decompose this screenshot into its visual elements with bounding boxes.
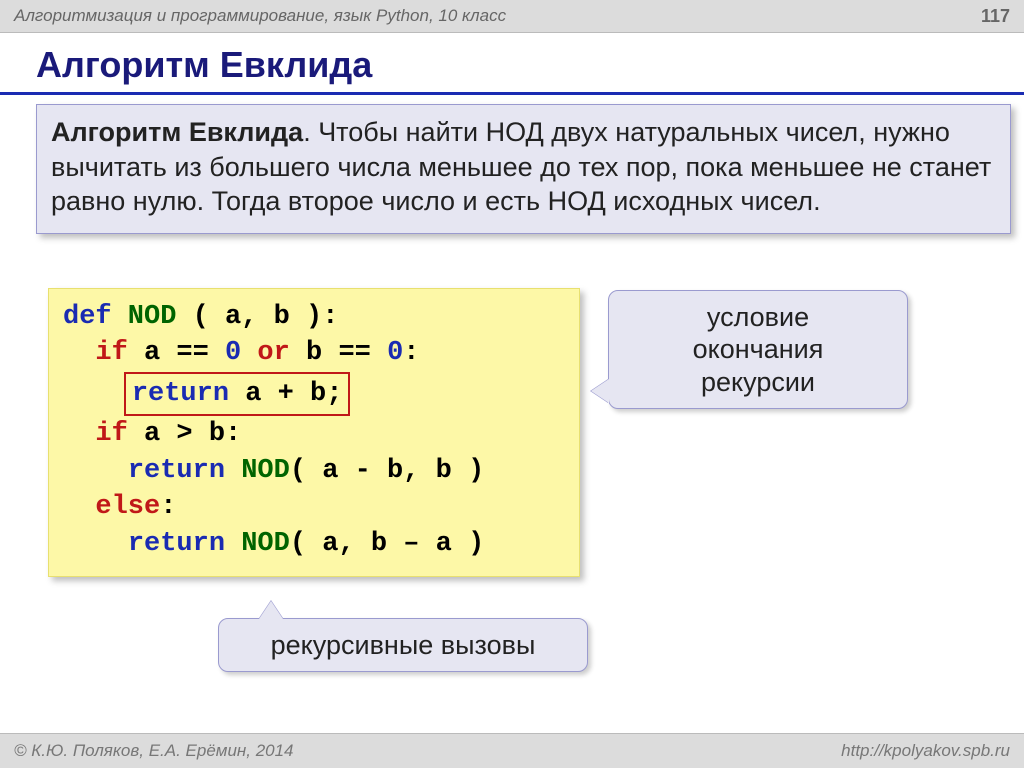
footer-url: http://kpolyakov.spb.ru <box>841 741 1010 761</box>
callout-text: рекурсивные вызовы <box>271 630 536 660</box>
description-box: Алгоритм Евклида. Чтобы найти НОД двух н… <box>36 104 1011 234</box>
code-line-5: return NOD( a - b, b ) <box>49 453 579 489</box>
title-underline <box>0 92 1024 95</box>
code-text: ( a, b ): <box>193 302 339 332</box>
code-text: a == <box>128 338 225 368</box>
code-line-7: return NOD( a, b – a ) <box>49 526 579 562</box>
kw-return: return <box>128 456 225 486</box>
page-number: 117 <box>981 6 1010 27</box>
code-text: ( a - b, b ) <box>290 456 484 486</box>
page-title: Алгоритм Евклида <box>36 44 372 86</box>
code-line-4: if a > b: <box>49 416 579 452</box>
footer-copyright: © К.Ю. Поляков, Е.А. Ерёмин, 2014 <box>14 741 294 761</box>
kw-if: if <box>95 338 127 368</box>
code-line-1: def NOD ( a, b ): <box>49 299 579 335</box>
code-line-2: if a == 0 or b == 0: <box>49 335 579 371</box>
breadcrumb: Алгоритмизация и программирование, язык … <box>14 6 506 26</box>
callout-pointer-icon <box>591 379 609 403</box>
code-line-3: return a + b; <box>49 372 579 416</box>
fn-name: NOD <box>112 302 193 332</box>
footer-bar: © К.Ю. Поляков, Е.А. Ерёмин, 2014 http:/… <box>0 733 1024 768</box>
callout-pointer-icon <box>259 601 283 619</box>
indent <box>63 492 95 522</box>
indent <box>63 456 128 486</box>
fn-call: NOD <box>225 529 290 559</box>
code-text: a + b; <box>229 379 342 409</box>
code-text: : <box>403 338 419 368</box>
code-box: def NOD ( a, b ): if a == 0 or b == 0: r… <box>48 288 580 577</box>
kw-if: if <box>95 419 127 449</box>
indent <box>63 419 95 449</box>
callout-recursive-calls: рекурсивные вызовы <box>218 618 588 672</box>
num-literal: 0 <box>387 338 403 368</box>
kw-else: else <box>95 492 160 522</box>
code-text: : <box>160 492 176 522</box>
callout-text: условие окончания рекурсии <box>623 301 893 398</box>
code-line-6: else: <box>49 489 579 525</box>
kw-def: def <box>63 302 112 332</box>
indent <box>63 529 128 559</box>
header-bar: Алгоритмизация и программирование, язык … <box>0 0 1024 33</box>
slide: Алгоритмизация и программирование, язык … <box>0 0 1024 768</box>
code-text: b == <box>306 338 387 368</box>
kw-or: or <box>241 338 306 368</box>
fn-call: NOD <box>225 456 290 486</box>
indent <box>63 379 128 409</box>
indent <box>63 338 95 368</box>
return-frame: return a + b; <box>124 372 351 416</box>
code-text: ( a, b – a ) <box>290 529 484 559</box>
code-text: a > b: <box>128 419 241 449</box>
kw-return: return <box>128 529 225 559</box>
kw-return: return <box>132 379 229 409</box>
description-lead: Алгоритм Евклида <box>51 117 303 147</box>
num-literal: 0 <box>225 338 241 368</box>
callout-termination: условие окончания рекурсии <box>608 290 908 409</box>
